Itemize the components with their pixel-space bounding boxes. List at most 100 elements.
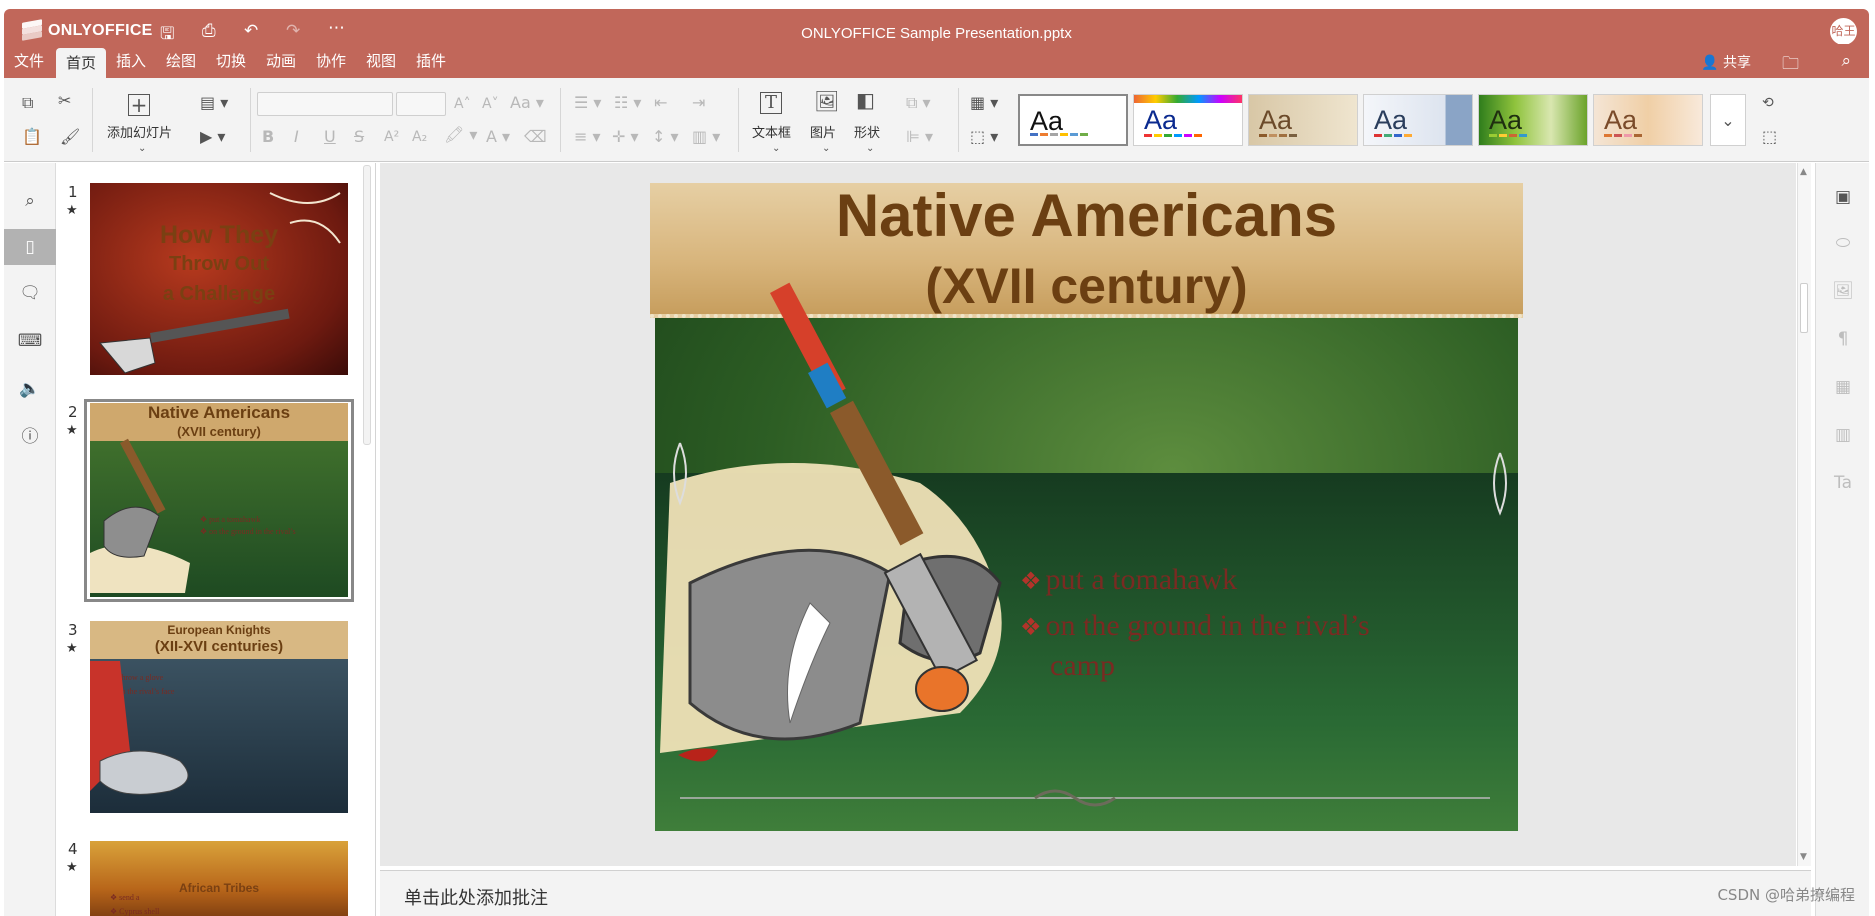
paragraph-icon[interactable]: ¶ <box>1816 329 1870 349</box>
transition-star-icon: ★ <box>66 860 78 875</box>
info-icon[interactable]: ⓘ <box>4 419 56 455</box>
slide-layout-icon[interactable]: ▤ ▾ <box>200 94 228 112</box>
increase-font-icon[interactable]: A˄ <box>454 95 471 113</box>
columns-icon[interactable]: ▥ ▾ <box>692 128 720 146</box>
chat-icon[interactable]: ⌨ <box>4 323 56 359</box>
slide-subtitle[interactable]: (XVII century) <box>650 257 1523 315</box>
open-location-icon[interactable]: 🗀 <box>1782 51 1799 80</box>
font-size-select[interactable] <box>396 92 446 116</box>
tab-view[interactable]: 视图 <box>356 44 406 78</box>
arrange-icon[interactable]: ⧉ ▾ <box>906 94 931 112</box>
numbering-icon[interactable]: ☷ ▾ <box>614 94 641 112</box>
avatar[interactable]: 哈王 <box>1830 18 1857 45</box>
add-slide-button[interactable]: 添加幻灯片 <box>107 122 172 141</box>
bullets-icon[interactable]: ☰ ▾ <box>574 94 601 112</box>
tab-draw[interactable]: 绘图 <box>156 44 206 78</box>
slide-size-icon[interactable]: ⬚ ▾ <box>970 128 998 146</box>
tab-plugins[interactable]: 插件 <box>406 44 456 78</box>
italic-icon[interactable]: I <box>294 128 299 146</box>
notes-placeholder[interactable]: 单击此处添加批注 <box>404 884 548 910</box>
table-icon[interactable]: ▦ <box>1816 377 1870 397</box>
text-art-icon[interactable]: Ta <box>1816 473 1870 493</box>
underline-icon[interactable]: U <box>324 128 336 146</box>
transition-star-icon: ★ <box>66 423 78 438</box>
add-slide-icon[interactable]: + <box>128 94 150 116</box>
increase-indent-icon[interactable]: ⇥ <box>692 94 705 112</box>
canvas-scrollbar[interactable]: ▲ ▼ <box>1797 163 1811 866</box>
slide-thumbnail-4[interactable]: African Tribes ❖ send a ❖ Cyprus shell <box>90 841 348 916</box>
font-family-select[interactable] <box>257 92 393 116</box>
search-icon[interactable]: ⌕ <box>1841 51 1851 71</box>
shape-button[interactable]: 形状 <box>854 122 880 141</box>
share-button[interactable]: 👤 共享 <box>1701 52 1751 72</box>
tab-insert[interactable]: 插入 <box>106 44 156 78</box>
shape-icon[interactable]: ◧ <box>856 90 875 110</box>
copy-icon[interactable]: ⧉ <box>22 94 33 112</box>
tab-home[interactable]: 首页 <box>56 48 106 78</box>
scroll-down-icon[interactable]: ▼ <box>1800 852 1807 862</box>
chevron-down-icon[interactable]: ⌄ <box>822 140 830 158</box>
notes-panel[interactable]: 单击此处添加批注 <box>380 870 1811 916</box>
subscript-icon[interactable]: A₂ <box>412 128 427 146</box>
speaker-icon[interactable]: 🔈 <box>4 371 56 407</box>
image-settings-icon[interactable]: 🖼 <box>1816 281 1870 301</box>
slide-thumbnail-2[interactable]: Native Americans (XVII century) ❖ put a … <box>90 403 348 597</box>
slide-thumbnail-1[interactable]: How They Throw Out a Challenge <box>90 183 348 375</box>
cut-icon[interactable]: ✂ <box>58 92 71 110</box>
theme-rainbow[interactable]: Aa <box>1133 94 1243 146</box>
image-button[interactable]: 图片 <box>810 122 836 141</box>
chevron-down-icon[interactable]: ⌄ <box>866 140 874 158</box>
slides-icon[interactable]: ▯ <box>4 229 56 265</box>
scroll-up-icon[interactable]: ▲ <box>1800 167 1807 177</box>
shape-settings-icon[interactable]: ⬭ <box>1816 233 1870 253</box>
align-shape-icon[interactable]: ⊫ ▾ <box>906 128 933 146</box>
slide-number: 4 <box>68 840 78 858</box>
tab-collaboration[interactable]: 协作 <box>306 44 356 78</box>
textbox-icon[interactable]: T <box>760 92 782 114</box>
highlight-icon[interactable]: 🖍 ▾ <box>444 126 477 144</box>
font-color-icon[interactable]: A ▾ <box>486 128 510 146</box>
slide-canvas[interactable]: Native Americans (XVII century) ❖ put a t… <box>380 163 1796 866</box>
theme-green[interactable]: Aa <box>1478 94 1588 146</box>
vertical-align-icon[interactable]: ✛ ▾ <box>612 128 639 146</box>
select-all-icon[interactable]: ⬚ <box>1762 128 1777 146</box>
tab-transitions[interactable]: 切换 <box>206 44 256 78</box>
strikethrough-icon[interactable]: S <box>354 128 364 146</box>
color-scheme-icon[interactable]: ▦ ▾ <box>970 94 998 112</box>
themes-more-button[interactable]: ⌄ <box>1710 94 1746 146</box>
current-slide[interactable]: Native Americans (XVII century) ❖ put a t… <box>650 183 1523 831</box>
line-spacing-icon[interactable]: ↕ ▾ <box>652 128 679 146</box>
decrease-indent-icon[interactable]: ⇤ <box>654 94 667 112</box>
slideshow-icon[interactable]: ▶ ▾ <box>200 128 225 146</box>
comment-icon[interactable]: 🗨 <box>4 275 56 311</box>
tab-animation[interactable]: 动画 <box>256 44 306 78</box>
slide-bullet[interactable]: ❖ put a tomahawk <box>1020 563 1237 597</box>
theme-blue[interactable]: Aa <box>1363 94 1473 146</box>
superscript-icon[interactable]: A² <box>384 128 399 146</box>
align-left-icon[interactable]: ≡ ▾ <box>574 128 601 146</box>
theme-blank[interactable]: Aa <box>1018 94 1128 146</box>
tab-file[interactable]: 文件 <box>4 44 54 78</box>
scroll-thumb[interactable] <box>1800 283 1808 333</box>
change-layout-icon[interactable]: ⟲ <box>1762 94 1774 112</box>
thumbnails-scrollbar[interactable] <box>363 165 371 445</box>
theme-parchment[interactable]: Aa <box>1248 94 1358 146</box>
slide-settings-icon[interactable]: ▣ <box>1816 187 1870 207</box>
theme-peach[interactable]: Aa <box>1593 94 1703 146</box>
format-painter-icon[interactable]: 🖌 <box>60 128 80 146</box>
search-icon[interactable]: ⌕ <box>4 183 56 219</box>
change-case-icon[interactable]: Aa ▾ <box>510 94 544 112</box>
slide-bullet[interactable]: ❖ on the ground in the rival’s <box>1020 609 1370 643</box>
image-icon[interactable]: 🖼 <box>814 91 839 111</box>
chart-icon[interactable]: ▥ <box>1816 425 1870 445</box>
slide-bullet-continuation[interactable]: camp <box>1050 649 1115 683</box>
textbox-button[interactable]: 文本框 <box>752 122 791 141</box>
slide-thumbnail-3[interactable]: European Knights (XII-XVI centuries) ❖ t… <box>90 621 348 813</box>
paste-icon[interactable]: 📋 <box>22 128 42 146</box>
clear-format-icon[interactable]: ⌫ <box>524 128 547 146</box>
chevron-down-icon[interactable]: ⌄ <box>772 140 780 158</box>
decrease-font-icon[interactable]: A˅ <box>482 95 499 113</box>
chevron-down-icon[interactable]: ⌄ <box>138 140 146 158</box>
bold-icon[interactable]: B <box>262 128 274 146</box>
slide-title[interactable]: Native Americans <box>650 183 1523 250</box>
